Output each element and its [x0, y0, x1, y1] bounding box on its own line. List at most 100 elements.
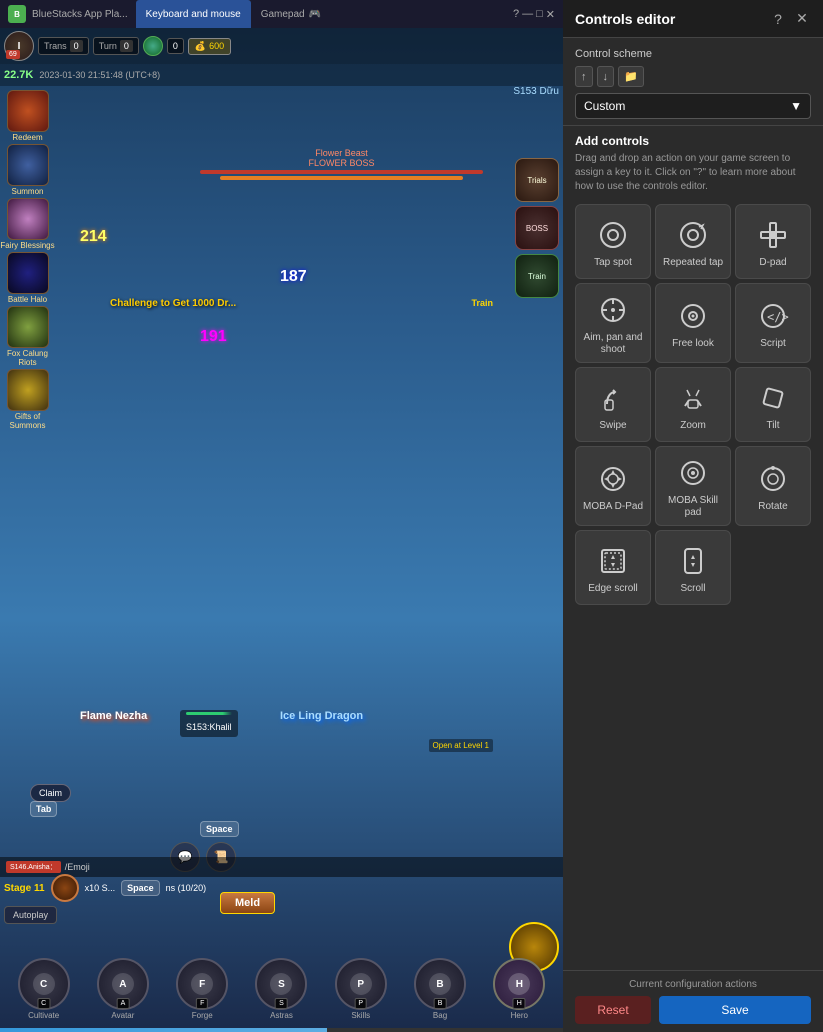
close-btn[interactable]: ✕ [546, 8, 555, 21]
free-look-icon [675, 298, 711, 334]
event-text: Challenge to Get 1000 Dr... [110, 298, 236, 309]
panel-help-btn[interactable]: ? [769, 11, 787, 27]
download-scheme-btn[interactable]: ↓ [597, 66, 615, 87]
skill-astras[interactable]: S S Astras [255, 958, 307, 1020]
tap-spot-icon [595, 217, 631, 253]
controls-panel: Controls editor ? ✕ Control scheme ↑ ↓ 📁… [563, 0, 823, 1032]
side-menu: Redeem Summon Fairy Blessings Battle Hal… [0, 90, 60, 430]
scheme-value: Custom [584, 99, 625, 113]
resource-icon [143, 36, 163, 56]
control-tap-spot[interactable]: Tap spot [575, 204, 651, 279]
scheme-arrow: ▼ [790, 99, 802, 113]
script-label: Script [760, 338, 786, 350]
train-btn[interactable]: Train [515, 254, 559, 298]
scheme-dropdown[interactable]: Custom ▼ [575, 93, 811, 119]
add-controls-section: Add controls Drag and drop an action on … [563, 126, 823, 970]
app-icon: B [8, 5, 26, 23]
chat-badge: S146.Anisha： [6, 861, 61, 873]
control-scroll[interactable]: Scroll [655, 530, 731, 605]
scheme-row: ↑ ↓ 📁 [575, 66, 811, 87]
control-dpad[interactable]: D-pad [735, 204, 811, 279]
scroll-label: Scroll [680, 583, 705, 595]
right-mini-btns: Trials BOSS Train [515, 158, 559, 298]
side-item-fox[interactable]: Fox Calung Riots [0, 306, 55, 367]
panel-header: Controls editor ? ✕ [563, 0, 823, 38]
rotate-icon [755, 461, 791, 497]
game-area: B BlueStacks App Pla... Keyboard and mou… [0, 0, 563, 1032]
add-controls-desc: Drag and drop an action on your game scr… [575, 152, 811, 194]
free-look-label: Free look [672, 338, 714, 350]
edge-scroll-label: Edge scroll [588, 583, 637, 595]
bottom-buttons: Reset Save [575, 996, 811, 1024]
enemy-hp-area: Flower BeastFLOWER BOSS [180, 148, 503, 182]
current-config-label: Current configuration actions [575, 979, 811, 990]
control-aim-pan[interactable]: Aim, pan and shoot [575, 283, 651, 363]
meld-btn[interactable]: Meld [220, 892, 275, 914]
gold-display: 💰 600 [188, 38, 231, 55]
skill-skills[interactable]: P P Skills [335, 958, 387, 1020]
hud-turn: Turn 0 [93, 37, 139, 55]
side-item-fairy[interactable]: Fairy Blessings [0, 198, 55, 250]
control-rotate[interactable]: Rotate [735, 446, 811, 526]
side-item-summon[interactable]: Summon [0, 144, 55, 196]
boss-btn[interactable]: BOSS [515, 206, 559, 250]
skill-avatar[interactable]: A A Avatar [97, 958, 149, 1020]
tilt-label: Tilt [767, 420, 780, 432]
xp-bar [0, 1028, 563, 1032]
control-free-look[interactable]: Free look [655, 283, 731, 363]
panel-title: Controls editor [575, 11, 675, 27]
claim-button[interactable]: Claim [30, 784, 71, 802]
skill-forge[interactable]: F F Forge [176, 958, 228, 1020]
stage-label: Stage 11 [4, 883, 45, 894]
control-swipe[interactable]: Swipe [575, 367, 651, 442]
control-script[interactable]: </> Script [735, 283, 811, 363]
hud-resource: 0 [167, 38, 184, 54]
side-item-redeem[interactable]: Redeem [0, 90, 55, 142]
tab-keyboard[interactable]: Keyboard and mouse [136, 0, 251, 28]
side-item-gifts[interactable]: Gifts of Summons [0, 369, 55, 430]
train-label: Train [471, 298, 493, 308]
skill-cultivate[interactable]: C C Cultivate [18, 958, 70, 1020]
damage-2: 187 [280, 268, 307, 286]
scheme-section: Control scheme ↑ ↓ 📁 Custom ▼ [563, 38, 823, 126]
moba-dpad-icon [595, 461, 631, 497]
upload-scheme-btn[interactable]: ↑ [575, 66, 593, 87]
control-moba-dpad[interactable]: MOBA D-Pad [575, 446, 651, 526]
skill-row: C C Cultivate A A Avatar F F Forge [0, 958, 563, 1020]
controls-grid: Tap spot Repeated tap [575, 204, 811, 605]
save-button[interactable]: Save [659, 996, 811, 1024]
control-repeated-tap[interactable]: Repeated tap [655, 204, 731, 279]
damage-1: 214 [80, 228, 107, 246]
aim-pan-icon [595, 292, 631, 328]
control-edge-scroll[interactable]: Edge scroll [575, 530, 651, 605]
moba-skill-label: MOBA Skill pad [660, 495, 726, 519]
autoplay-btn[interactable]: Autoplay [4, 906, 57, 924]
side-item-battle-halo[interactable]: Battle Halo [0, 252, 55, 304]
edge-scroll-icon [595, 543, 631, 579]
control-moba-skill[interactable]: MOBA Skill pad [655, 446, 731, 526]
control-tilt[interactable]: Tilt [735, 367, 811, 442]
dpad-icon [755, 217, 791, 253]
zoom-icon [675, 380, 711, 416]
hp-bar-area: 22.7K 2023-01-30 21:51:48 (UTC+8) [0, 64, 563, 86]
tab-gamepad[interactable]: Gamepad 🎮 [251, 0, 331, 28]
panel-close-btn[interactable]: ✕ [793, 10, 811, 27]
minimize-btn[interactable]: — [522, 8, 533, 20]
hp-value: 22.7K [4, 69, 33, 81]
maximize-btn[interactable]: □ [536, 8, 543, 20]
trials-btn[interactable]: Trials [515, 158, 559, 202]
panel-header-icons: ? ✕ [769, 10, 811, 27]
xp-fill [0, 1028, 327, 1032]
moba-skill-icon [675, 455, 711, 491]
zoom-label: Zoom [680, 420, 706, 432]
reset-button[interactable]: Reset [575, 996, 651, 1024]
level-badge: 69 [6, 50, 20, 59]
help-btn[interactable]: ? [513, 8, 519, 20]
control-zoom[interactable]: Zoom [655, 367, 731, 442]
folder-scheme-btn[interactable]: 📁 [618, 66, 644, 87]
skill-hero[interactable]: H H Hero [493, 958, 545, 1020]
tilt-icon [755, 380, 791, 416]
tab-key-label: Tab [30, 801, 57, 817]
scheme-label: Control scheme [575, 48, 811, 60]
skill-bag[interactable]: B B Bag [414, 958, 466, 1020]
